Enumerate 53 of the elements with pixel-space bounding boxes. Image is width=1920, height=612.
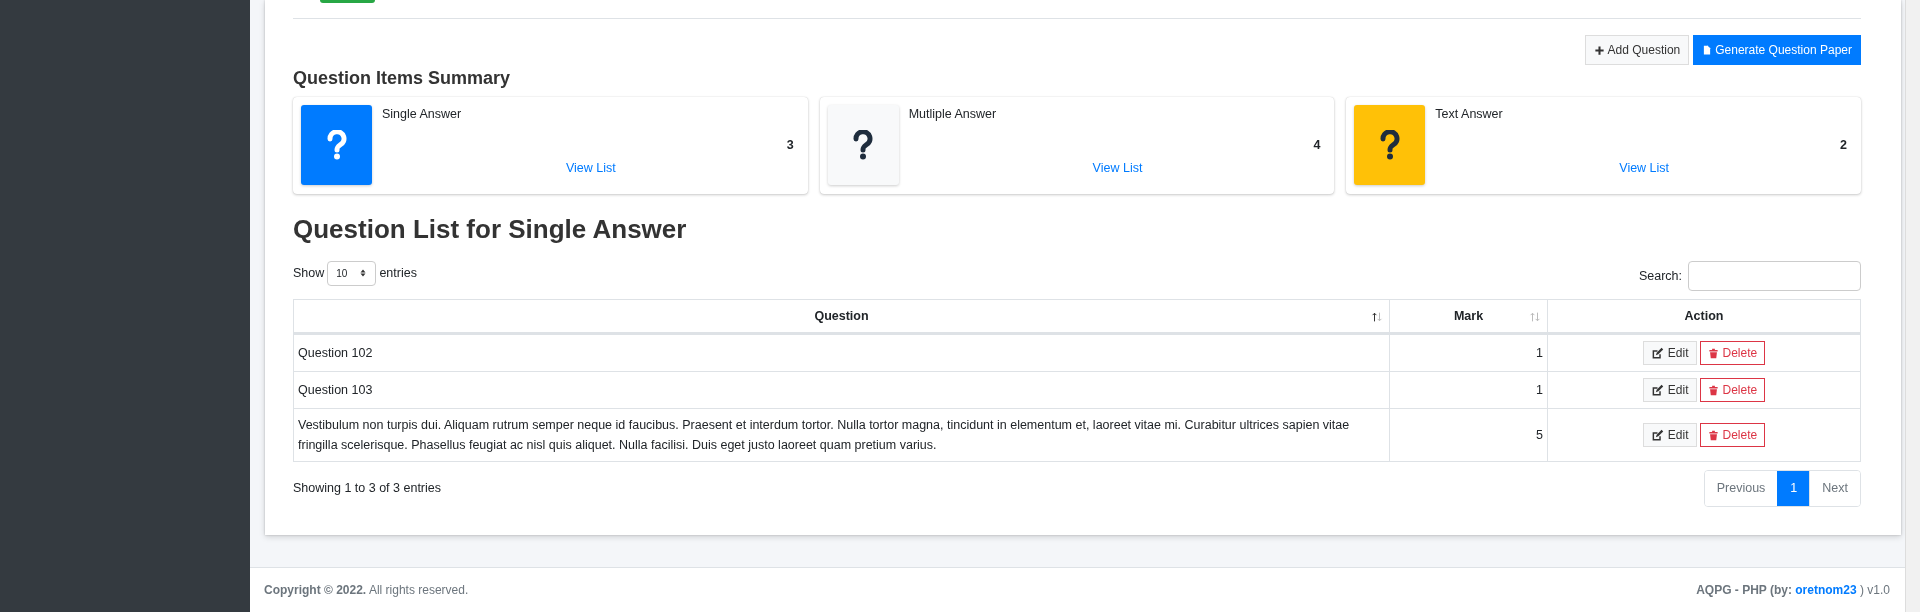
count-value: 4 (1312, 136, 1321, 154)
version-text: ) v1.0 (1860, 583, 1890, 597)
table-cell: 1 (1389, 333, 1548, 372)
view-list-link[interactable]: View List (1092, 158, 1143, 178)
delete-button[interactable]: Delete (1699, 341, 1766, 365)
card-label: Single Answer (382, 106, 463, 123)
plus-icon (1593, 44, 1605, 56)
column-header: Action (1547, 299, 1861, 334)
delete-button[interactable]: Delete (1699, 378, 1766, 402)
scrollbar[interactable] (1905, 0, 1920, 612)
table-cell: 5 (1389, 408, 1548, 462)
edit-button[interactable]: Edit (1642, 341, 1697, 365)
edit-button[interactable]: Edit (1642, 378, 1697, 402)
app-credit: AQPG - PHP (by: (1696, 583, 1792, 597)
table-cell: Vestibulum non turpis dui. Aliquam rutrum semper neque id faucibus. Praesent et interdum tortor. Nulla tortor magna, tincidunt in elementum et, laoreet vitae mi. Curabitur ultrices sapien vitae fringilla scelerisque. Phasellus feugiat ac nisl quis aliquet. Nulla facilisi. Duis eget justo laoreet quam pretium varius. (293, 408, 1390, 462)
edit-icon (1650, 383, 1664, 397)
entries-info: Showing 1 to 3 of 3 entries (293, 480, 441, 497)
section-title: Question List for Single Answer (293, 213, 688, 246)
entries-select[interactable]: 10 (327, 260, 377, 286)
document-icon (1702, 44, 1713, 56)
column-header[interactable]: Mark (1389, 299, 1548, 334)
edit-icon (1650, 346, 1664, 360)
page-link[interactable]: 1 (1777, 471, 1810, 506)
column-header[interactable]: Question (293, 299, 1390, 334)
card-label: Text Answer (1435, 106, 1504, 123)
trash-icon (1707, 383, 1719, 397)
question-mark-icon (325, 130, 348, 160)
view-list-link[interactable]: View List (1619, 158, 1670, 178)
table-cell: Question 102 (293, 333, 1390, 372)
sort-caret-icon (359, 268, 368, 278)
generate-button[interactable]: Generate Question Paper (1693, 35, 1861, 65)
question-mark-icon (852, 130, 875, 160)
card-label: Mutliple Answer (908, 106, 998, 123)
table-cell: Question 103 (293, 371, 1390, 409)
trash-icon (1707, 428, 1719, 442)
table-cell: 1 (1389, 371, 1548, 409)
search-label: Search: (1638, 267, 1682, 285)
count-value: 3 (785, 136, 794, 154)
entries-label: entries (379, 264, 417, 282)
view-list-link[interactable]: View List (565, 158, 616, 178)
page-link[interactable]: Next (1809, 471, 1860, 506)
trash-icon (1707, 346, 1719, 360)
author-link[interactable]: oretnom23 (1795, 583, 1857, 597)
delete-button[interactable]: Delete (1699, 423, 1766, 447)
copyright-text: Copyright © 2022. All rights reserved. (264, 582, 469, 599)
section-title: Question Items Summary (293, 67, 512, 90)
show-label: Show (293, 264, 325, 282)
edit-icon (1650, 428, 1664, 442)
question-mark-icon (1378, 130, 1401, 160)
count-value: 2 (1839, 136, 1847, 154)
add-button[interactable]: Add Question (1584, 35, 1690, 65)
search-field[interactable] (1688, 261, 1861, 291)
edit-button[interactable]: Edit (1642, 423, 1697, 447)
